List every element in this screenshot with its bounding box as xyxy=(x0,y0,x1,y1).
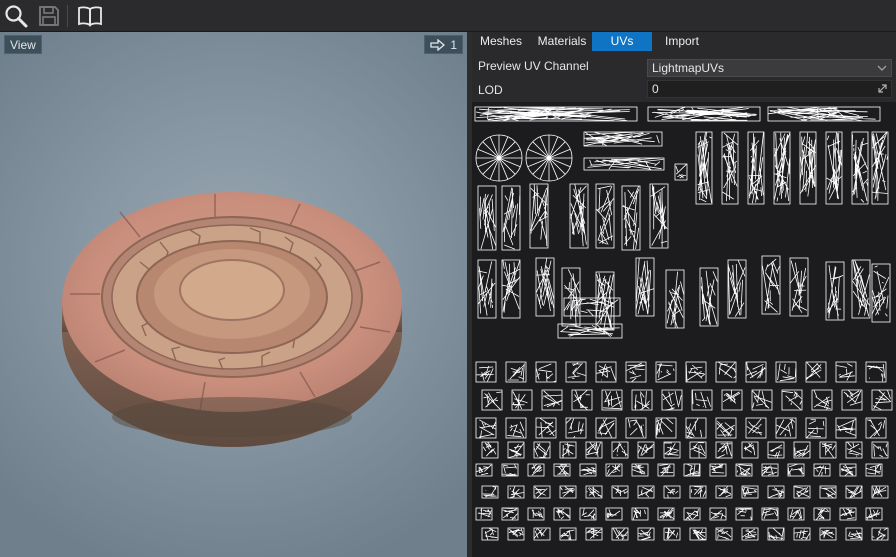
preview-uv-channel-label: Preview UV Channel xyxy=(478,59,589,73)
lod-field[interactable]: 0 xyxy=(647,80,892,98)
lod-label: LOD xyxy=(478,83,503,97)
tab-import[interactable]: Import xyxy=(652,32,712,51)
model-viewport[interactable]: View 1 xyxy=(0,32,467,557)
view-menu-button[interactable]: View xyxy=(4,35,42,54)
save-icon[interactable] xyxy=(36,3,62,29)
properties-panel: Meshes Materials UVs Import Preview UV C… xyxy=(472,32,896,557)
preview-uv-channel-dropdown[interactable]: LightmapUVs xyxy=(647,59,892,77)
open-book-icon[interactable] xyxy=(77,3,103,29)
toolbar-separator xyxy=(67,5,68,27)
tab-uvs[interactable]: UVs xyxy=(592,32,652,51)
camera-speed-value: 1 xyxy=(450,37,457,52)
toolbar xyxy=(0,0,896,32)
uv-layout xyxy=(474,106,893,541)
camera-speed-button[interactable]: 1 xyxy=(424,35,463,54)
mesh-preview xyxy=(62,192,402,447)
expand-icon[interactable] xyxy=(877,83,888,94)
arrow-right-icon xyxy=(430,38,446,51)
preview-uv-channel-value: LightmapUVs xyxy=(652,61,725,75)
tab-meshes[interactable]: Meshes xyxy=(472,32,530,51)
tab-strip: Meshes Materials UVs Import xyxy=(472,32,896,51)
tab-materials[interactable]: Materials xyxy=(532,32,592,51)
uv-preview xyxy=(472,102,896,557)
lod-value: 0 xyxy=(652,82,659,96)
chevron-down-icon xyxy=(877,65,887,71)
search-icon[interactable] xyxy=(3,3,29,29)
